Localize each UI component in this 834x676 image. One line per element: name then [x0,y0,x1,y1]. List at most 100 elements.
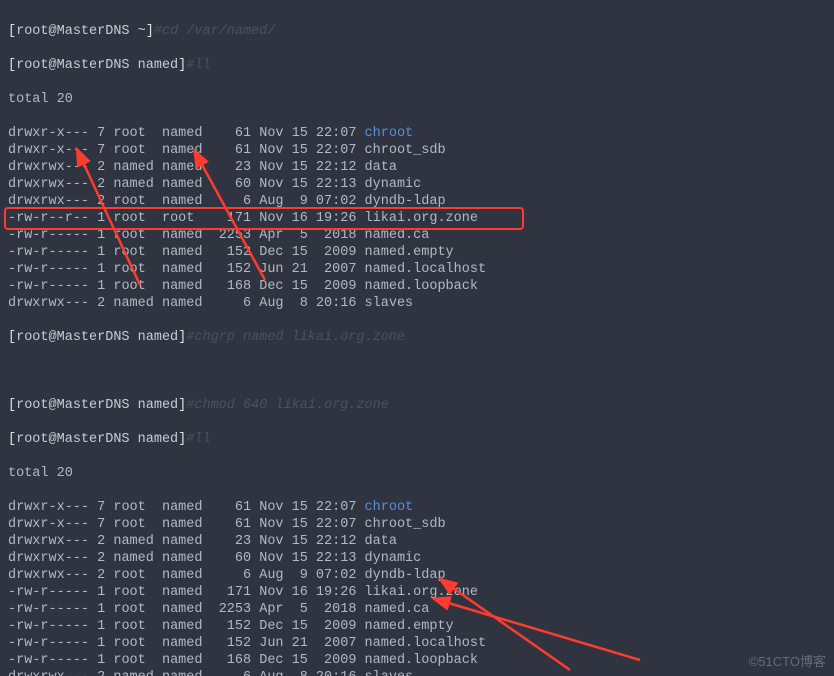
file-owner: named [113,551,154,566]
file-row: -rw-r----- 1 root named 152 Jun 21 2007 … [8,261,826,278]
file-name: data [365,534,397,549]
file-links: 2 [97,296,105,311]
file-perm: drwxr-x--- [8,517,89,532]
file-row: drwxrwx--- 2 named named 23 Nov 15 22:12… [8,533,826,550]
file-owner: root [113,585,154,600]
user-host: root@MasterDNS [16,24,129,39]
file-size: 2253 [211,602,252,617]
file-perm: drwxrwx--- [8,670,89,676]
file-links: 1 [97,653,105,668]
file-row: -rw-r----- 1 root named 152 Dec 15 2009 … [8,244,826,261]
file-row: -rw-r----- 1 root named 168 Dec 15 2009 … [8,652,826,669]
prompt-line: [root@MasterDNS named]#chmod 640 likai.o… [8,397,826,414]
file-size: 60 [211,551,252,566]
file-group: named [162,636,203,651]
file-links: 1 [97,211,105,226]
command-text: chgrp named likai.org.zone [194,330,405,345]
file-row: drwxrwx--- 2 named named 6 Aug 8 20:16 s… [8,295,826,312]
file-perm: -rw-r----- [8,228,89,243]
file-perm: drwxrwx--- [8,194,89,209]
file-owner: root [113,143,154,158]
file-owner: root [113,517,154,532]
file-group: named [162,279,203,294]
file-links: 1 [97,636,105,651]
file-date: Nov 15 22:12 [259,534,356,549]
file-name: dynamic [365,177,422,192]
file-perm: drwxr-x--- [8,500,89,515]
file-name: named.empty [365,619,454,634]
file-row: drwxrwx--- 2 root named 6 Aug 9 07:02 dy… [8,567,826,584]
file-size: 152 [211,636,252,651]
file-date: Nov 16 19:26 [259,585,356,600]
prompt-line: [root@MasterDNS ~]#cd /var/named/ [8,23,826,40]
file-owner: root [113,636,154,651]
file-owner: root [113,500,154,515]
file-date: Jun 21 2007 [259,636,356,651]
file-owner: root [113,126,154,141]
file-links: 2 [97,177,105,192]
file-row: drwxrwx--- 2 named named 6 Aug 8 20:16 s… [8,669,826,676]
file-perm: drwxr-x--- [8,143,89,158]
file-group: named [162,551,203,566]
file-size: 6 [211,568,252,583]
file-perm: drwxr-x--- [8,126,89,141]
file-row: drwxr-x--- 7 root named 61 Nov 15 22:07 … [8,516,826,533]
file-name: chroot [365,500,414,515]
file-links: 2 [97,551,105,566]
file-date: Aug 9 07:02 [259,194,356,209]
file-date: Nov 15 22:07 [259,517,356,532]
file-row: drwxrwx--- 2 named named 60 Nov 15 22:13… [8,550,826,567]
file-perm: -rw-r----- [8,279,89,294]
file-size: 6 [211,194,252,209]
file-links: 7 [97,126,105,141]
file-size: 2253 [211,228,252,243]
file-owner: named [113,670,154,676]
total-line: total 20 [8,465,826,482]
file-listing: drwxr-x--- 7 root named 61 Nov 15 22:07 … [8,125,826,312]
file-date: Nov 15 22:12 [259,160,356,175]
file-row: drwxr-x--- 7 root named 61 Nov 15 22:07 … [8,125,826,142]
file-perm: -rw-r--r-- [8,211,89,226]
file-row: drwxrwx--- 2 named named 60 Nov 15 22:13… [8,176,826,193]
file-row: drwxr-x--- 7 root named 61 Nov 15 22:07 … [8,499,826,516]
file-links: 2 [97,534,105,549]
file-owner: root [113,194,154,209]
file-group: named [162,194,203,209]
file-owner: root [113,279,154,294]
bracket-close: ] [146,24,154,39]
file-row: -rw-r----- 1 root named 2253 Apr 5 2018 … [8,227,826,244]
file-date: Nov 15 22:13 [259,177,356,192]
file-links: 2 [97,160,105,175]
cwd: ~ [138,24,146,39]
blank-line [8,363,826,380]
file-date: Aug 8 20:16 [259,296,356,311]
file-size: 152 [211,262,252,277]
file-date: Nov 15 22:07 [259,500,356,515]
file-group: named [162,262,203,277]
file-group: named [162,296,203,311]
file-name: named.loopback [365,279,478,294]
file-date: Dec 15 2009 [259,619,356,634]
file-date: Apr 5 2018 [259,602,356,617]
prompt-line: [root@MasterDNS named]#chgrp named likai… [8,329,826,346]
file-links: 7 [97,500,105,515]
file-owner: root [113,619,154,634]
file-size: 168 [211,279,252,294]
file-name: named.localhost [365,636,487,651]
file-perm: -rw-r----- [8,585,89,600]
file-date: Nov 15 22:13 [259,551,356,566]
file-row: -rw-r--r-- 1 root root 171 Nov 16 19:26 … [8,210,826,227]
file-size: 152 [211,245,252,260]
file-size: 61 [211,517,252,532]
file-size: 23 [211,534,252,549]
file-size: 171 [211,211,252,226]
file-row: drwxrwx--- 2 named named 23 Nov 15 22:12… [8,159,826,176]
file-row: -rw-r----- 1 root named 152 Jun 21 2007 … [8,635,826,652]
file-name: dynamic [365,551,422,566]
file-group: named [162,653,203,668]
file-group: root [162,211,203,226]
file-group: named [162,670,203,676]
file-owner: root [113,245,154,260]
watermark: ©51CTO博客 [749,653,826,670]
file-links: 1 [97,228,105,243]
